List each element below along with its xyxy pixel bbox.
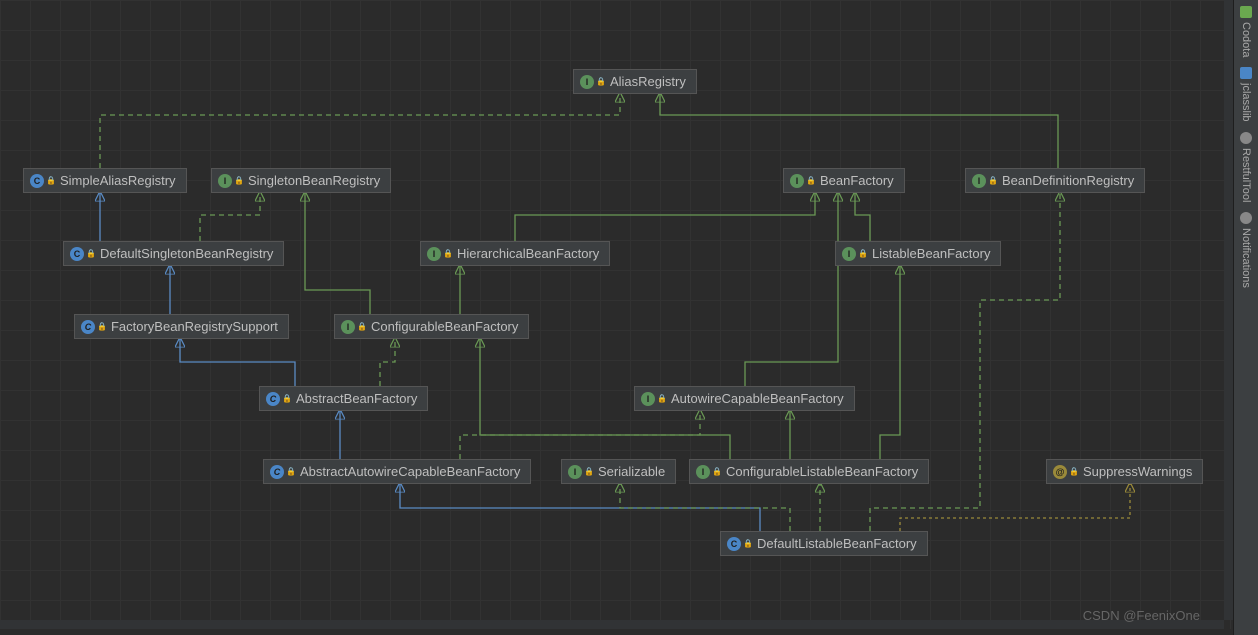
edge [880, 265, 900, 459]
lock-icon: 🔒 [988, 176, 998, 185]
class-icon: C [727, 537, 741, 551]
interface-icon: I [696, 465, 710, 479]
abstract-class-icon: C [81, 320, 95, 334]
bell-icon [1240, 212, 1252, 224]
codota-icon [1240, 6, 1252, 18]
edge [855, 192, 870, 241]
node-BeanFactory[interactable]: I🔒 BeanFactory [783, 168, 905, 193]
interface-icon: I [641, 392, 655, 406]
interface-icon: I [218, 174, 232, 188]
sidebar-item-label: Codota [1240, 22, 1252, 57]
edge [180, 338, 295, 386]
edge [745, 192, 838, 386]
node-label: AutowireCapableBeanFactory [671, 391, 844, 406]
class-icon: C [30, 174, 44, 188]
lock-icon: 🔒 [86, 249, 96, 258]
node-label: SuppressWarnings [1083, 464, 1192, 479]
edge [460, 410, 700, 459]
edge [305, 192, 370, 314]
lock-icon: 🔒 [806, 176, 816, 185]
node-label: SingletonBeanRegistry [248, 173, 380, 188]
sidebar-item-label: Notifications [1240, 228, 1252, 288]
node-label: HierarchicalBeanFactory [457, 246, 599, 261]
node-ConfigurableBeanFactory[interactable]: I🔒 ConfigurableBeanFactory [334, 314, 529, 339]
node-label: Serializable [598, 464, 665, 479]
node-BeanDefinitionRegistry[interactable]: I🔒 BeanDefinitionRegistry [965, 168, 1145, 193]
scrollbar-horizontal[interactable] [0, 620, 1224, 629]
edge [620, 483, 790, 531]
node-DefaultSingletonBeanRegistry[interactable]: C🔒 DefaultSingletonBeanRegistry [63, 241, 284, 266]
lock-icon: 🔒 [97, 322, 107, 331]
lock-icon: 🔒 [596, 77, 606, 86]
interface-icon: I [790, 174, 804, 188]
lock-icon: 🔒 [286, 467, 296, 476]
lock-icon: 🔒 [858, 249, 868, 258]
node-FactoryBeanRegistrySupport[interactable]: C🔒 FactoryBeanRegistrySupport [74, 314, 289, 339]
jclasslib-icon [1240, 67, 1252, 79]
node-SuppressWarnings[interactable]: @🔒 SuppressWarnings [1046, 459, 1203, 484]
lock-icon: 🔒 [443, 249, 453, 258]
edge [515, 192, 815, 241]
node-label: FactoryBeanRegistrySupport [111, 319, 278, 334]
edge [400, 483, 760, 531]
node-label: BeanFactory [820, 173, 894, 188]
node-label: AbstractBeanFactory [296, 391, 417, 406]
abstract-class-icon: C [270, 465, 284, 479]
node-label: AbstractAutowireCapableBeanFactory [300, 464, 520, 479]
node-AbstractBeanFactory[interactable]: C🔒 AbstractBeanFactory [259, 386, 428, 411]
lock-icon: 🔒 [657, 394, 667, 403]
sidebar-item-label: RestfulTool [1240, 148, 1252, 202]
interface-icon: I [972, 174, 986, 188]
node-label: ListableBeanFactory [872, 246, 991, 261]
interface-icon: I [842, 247, 856, 261]
node-AutowireCapableBeanFactory[interactable]: I🔒 AutowireCapableBeanFactory [634, 386, 855, 411]
edge [380, 338, 395, 386]
lock-icon: 🔒 [46, 176, 56, 185]
sidebar-item-jclasslib[interactable]: jclasslib [1240, 67, 1252, 122]
lock-icon: 🔒 [357, 322, 367, 331]
lock-icon: 🔒 [1069, 467, 1079, 476]
abstract-class-icon: C [266, 392, 280, 406]
globe-icon [1240, 132, 1252, 144]
interface-icon: I [580, 75, 594, 89]
node-SingletonBeanRegistry[interactable]: I🔒 SingletonBeanRegistry [211, 168, 391, 193]
node-AbstractAutowireCapableBeanFactory[interactable]: C🔒 AbstractAutowireCapableBeanFactory [263, 459, 531, 484]
edge [660, 93, 1058, 168]
sidebar-item-codota[interactable]: Codota [1240, 6, 1252, 57]
edge [100, 93, 620, 168]
diagram-canvas[interactable]: I🔒AliasRegistryC🔒SimpleAliasRegistryI🔒Si… [0, 0, 1234, 629]
node-ListableBeanFactory[interactable]: I🔒 ListableBeanFactory [835, 241, 1001, 266]
sidebar-item-notifications[interactable]: Notifications [1240, 212, 1252, 288]
interface-icon: I [568, 465, 582, 479]
node-ConfigurableListableBeanFactory[interactable]: I🔒 ConfigurableListableBeanFactory [689, 459, 929, 484]
lock-icon: 🔒 [712, 467, 722, 476]
lock-icon: 🔒 [282, 394, 292, 403]
class-icon: C [70, 247, 84, 261]
node-DefaultListableBeanFactory[interactable]: C🔒 DefaultListableBeanFactory [720, 531, 928, 556]
node-Serializable[interactable]: I🔒 Serializable [561, 459, 676, 484]
interface-icon: I [341, 320, 355, 334]
right-sidebar: Codota jclasslib RestfulTool Notificatio… [1233, 0, 1258, 635]
node-label: BeanDefinitionRegistry [1002, 173, 1134, 188]
lock-icon: 🔒 [584, 467, 594, 476]
node-label: AliasRegistry [610, 74, 686, 89]
lock-icon: 🔒 [234, 176, 244, 185]
lock-icon: 🔒 [743, 539, 753, 548]
annotation-icon: @ [1053, 465, 1067, 479]
sidebar-item-label: jclasslib [1240, 83, 1252, 122]
edge [200, 192, 260, 241]
node-label: SimpleAliasRegistry [60, 173, 176, 188]
edge [900, 483, 1130, 531]
sidebar-item-restfultool[interactable]: RestfulTool [1240, 132, 1252, 202]
node-SimpleAliasRegistry[interactable]: C🔒 SimpleAliasRegistry [23, 168, 187, 193]
node-label: DefaultListableBeanFactory [757, 536, 917, 551]
interface-icon: I [427, 247, 441, 261]
node-AliasRegistry[interactable]: I🔒 AliasRegistry [573, 69, 697, 94]
watermark: CSDN @FeenixOne [1083, 608, 1200, 623]
node-HierarchicalBeanFactory[interactable]: I🔒 HierarchicalBeanFactory [420, 241, 610, 266]
node-label: ConfigurableListableBeanFactory [726, 464, 918, 479]
node-label: ConfigurableBeanFactory [371, 319, 518, 334]
node-label: DefaultSingletonBeanRegistry [100, 246, 273, 261]
